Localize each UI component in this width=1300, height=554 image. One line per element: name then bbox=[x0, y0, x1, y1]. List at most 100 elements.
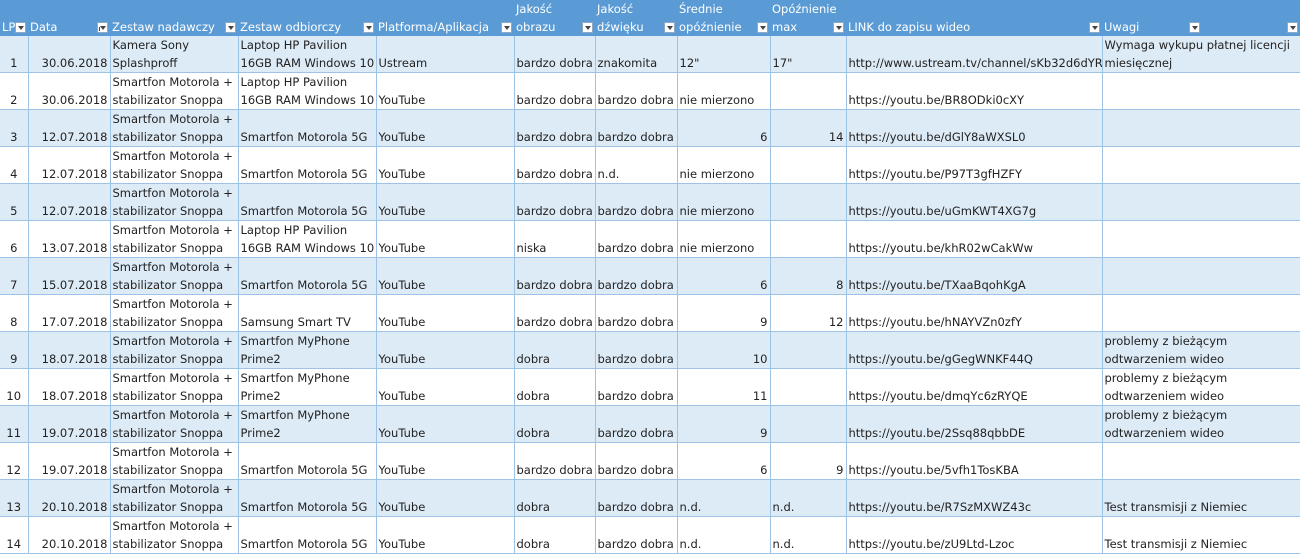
table-cell[interactable]: Smartfon Motorola + stabilizator Snoppa bbox=[110, 405, 239, 443]
table-cell[interactable]: YouTube bbox=[376, 220, 515, 258]
table-cell[interactable]: 20.10.2018 bbox=[28, 479, 111, 517]
table-cell[interactable]: Smartfon Motorola + stabilizator Snoppa bbox=[110, 368, 239, 406]
table-cell[interactable]: Smartfon Motorola + stabilizator Snoppa bbox=[110, 220, 239, 258]
table-cell[interactable]: bardzo dobra bbox=[595, 257, 678, 295]
table-cell[interactable]: bardzo dobra bbox=[514, 109, 596, 147]
filter-dropdown-icon[interactable] bbox=[501, 22, 512, 33]
column-header[interactable]: LINK do zapisu wideo bbox=[846, 0, 1102, 36]
table-cell[interactable]: bardzo dobra bbox=[595, 442, 678, 480]
filter-dropdown-icon[interactable] bbox=[1089, 22, 1100, 33]
column-header[interactable]: Data bbox=[28, 0, 110, 36]
table-cell[interactable]: bardzo dobra bbox=[595, 220, 678, 258]
table-cell[interactable]: https://youtu.be/dmqYc6zRYQE bbox=[846, 368, 1103, 406]
table-cell[interactable]: Samsung Smart TV bbox=[238, 294, 377, 332]
table-cell[interactable] bbox=[1102, 72, 1300, 110]
table-cell[interactable]: 12" bbox=[677, 36, 771, 73]
table-cell[interactable]: 14 bbox=[0, 516, 29, 554]
table-cell[interactable]: https://youtu.be/BR8ODki0cXY bbox=[846, 72, 1103, 110]
table-cell[interactable]: 8 bbox=[0, 294, 29, 332]
table-cell[interactable]: 9 bbox=[0, 331, 29, 369]
table-cell[interactable]: problemy z bieżącym odtwarzeniem wideo bbox=[1102, 331, 1300, 369]
table-cell[interactable] bbox=[770, 183, 847, 221]
table-cell[interactable]: 12.07.2018 bbox=[28, 146, 111, 184]
table-cell[interactable]: n.d. bbox=[677, 516, 771, 554]
table-cell[interactable] bbox=[1102, 183, 1300, 221]
table-cell[interactable]: nie mierzono bbox=[677, 146, 771, 184]
table-cell[interactable]: 19.07.2018 bbox=[28, 442, 111, 480]
table-cell[interactable]: https://youtu.be/R7SzMXWZ43c bbox=[846, 479, 1103, 517]
table-cell[interactable]: bardzo dobra bbox=[514, 72, 596, 110]
table-cell[interactable]: bardzo dobra bbox=[595, 294, 678, 332]
table-cell[interactable]: bardzo dobra bbox=[595, 72, 678, 110]
table-cell[interactable]: 4 bbox=[0, 146, 29, 184]
table-cell[interactable]: 17" bbox=[770, 36, 847, 73]
table-cell[interactable]: https://youtu.be/dGlY8aWXSL0 bbox=[846, 109, 1103, 147]
table-cell[interactable]: 12.07.2018 bbox=[28, 183, 111, 221]
table-cell[interactable]: Smartfon Motorola + stabilizator Snoppa bbox=[110, 294, 239, 332]
table-cell[interactable]: n.d. bbox=[595, 146, 678, 184]
table-cell[interactable]: Smartfon Motorola 5G bbox=[238, 146, 377, 184]
table-cell[interactable]: bardzo dobra bbox=[595, 331, 678, 369]
column-header[interactable]: Zestaw odbiorczy bbox=[238, 0, 376, 36]
table-cell[interactable]: 20.10.2018 bbox=[28, 516, 111, 554]
table-cell[interactable]: problemy z bieżącym odtwarzeniem wideo bbox=[1102, 405, 1300, 443]
column-header[interactable]: Platforma/Aplikacja bbox=[376, 0, 514, 36]
table-cell[interactable]: https://youtu.be/2Ssq88qbbDE bbox=[846, 405, 1103, 443]
table-cell[interactable]: niska bbox=[514, 220, 596, 258]
table-cell[interactable]: 11 bbox=[0, 405, 29, 443]
column-header[interactable]: Zestaw nadawczy bbox=[110, 0, 238, 36]
table-cell[interactable]: https://youtu.be/5vfh1TosKBA bbox=[846, 442, 1103, 480]
table-cell[interactable]: n.d. bbox=[677, 479, 771, 517]
filter-dropdown-icon[interactable] bbox=[833, 22, 844, 33]
table-cell[interactable]: Smartfon Motorola + stabilizator Snoppa bbox=[110, 331, 239, 369]
table-cell[interactable]: dobra bbox=[514, 368, 596, 406]
table-cell[interactable]: Smartfon Motorola + stabilizator Snoppa bbox=[110, 257, 239, 295]
table-cell[interactable]: bardzo dobra bbox=[514, 36, 596, 73]
table-cell[interactable]: 17.07.2018 bbox=[28, 294, 111, 332]
table-cell[interactable]: Ustream bbox=[376, 36, 515, 73]
table-cell[interactable]: YouTube bbox=[376, 72, 515, 110]
table-cell[interactable]: bardzo dobra bbox=[514, 146, 596, 184]
table-cell[interactable]: 18.07.2018 bbox=[28, 331, 111, 369]
table-cell[interactable]: 10 bbox=[0, 368, 29, 406]
column-header[interactable] bbox=[1202, 0, 1300, 36]
table-cell[interactable]: YouTube bbox=[376, 146, 515, 184]
filter-dropdown-icon[interactable] bbox=[363, 22, 374, 33]
table-cell[interactable]: Smartfon Motorola + stabilizator Snoppa bbox=[110, 479, 239, 517]
filter-dropdown-icon[interactable] bbox=[664, 22, 675, 33]
table-cell[interactable]: dobra bbox=[514, 331, 596, 369]
table-cell[interactable]: bardzo dobra bbox=[595, 183, 678, 221]
table-cell[interactable]: https://youtu.be/zU9Ltd-Lzoc bbox=[846, 516, 1103, 554]
table-cell[interactable]: bardzo dobra bbox=[514, 294, 596, 332]
table-cell[interactable]: Smartfon Motorola + stabilizator Snoppa bbox=[110, 183, 239, 221]
table-cell[interactable]: http://www.ustream.tv/channel/sKb32d6dYR… bbox=[846, 36, 1103, 73]
table-cell[interactable]: 13.07.2018 bbox=[28, 220, 111, 258]
table-cell[interactable]: dobra bbox=[514, 479, 596, 517]
table-cell[interactable] bbox=[770, 368, 847, 406]
table-cell[interactable]: Smartfon Motorola 5G bbox=[238, 516, 377, 554]
table-cell[interactable]: 12 bbox=[770, 294, 847, 332]
table-cell[interactable]: 6 bbox=[0, 220, 29, 258]
table-cell[interactable]: https://youtu.be/khR02wCakWw bbox=[846, 220, 1103, 258]
filter-dropdown-icon[interactable] bbox=[1287, 22, 1298, 33]
filter-dropdown-icon[interactable] bbox=[1189, 22, 1200, 33]
column-header[interactable]: Średnie opóźnienie bbox=[677, 0, 770, 36]
table-cell[interactable]: 9 bbox=[770, 442, 847, 480]
table-cell[interactable]: bardzo dobra bbox=[514, 442, 596, 480]
table-cell[interactable]: Smartfon Motorola 5G bbox=[238, 479, 377, 517]
filter-dropdown-icon[interactable] bbox=[757, 22, 768, 33]
table-cell[interactable]: Laptop HP Pavilion 16GB RAM Windows 10 bbox=[238, 72, 377, 110]
table-cell[interactable]: 12 bbox=[0, 442, 29, 480]
table-cell[interactable] bbox=[770, 220, 847, 258]
table-cell[interactable]: 1 bbox=[0, 36, 29, 73]
table-cell[interactable]: dobra bbox=[514, 516, 596, 554]
table-cell[interactable]: 18.07.2018 bbox=[28, 368, 111, 406]
table-cell[interactable]: Smartfon Motorola 5G bbox=[238, 442, 377, 480]
table-cell[interactable]: Laptop HP Pavilion 16GB RAM Windows 10 bbox=[238, 36, 377, 73]
table-cell[interactable]: 12.07.2018 bbox=[28, 109, 111, 147]
table-cell[interactable]: bardzo dobra bbox=[514, 183, 596, 221]
table-cell[interactable]: 2 bbox=[0, 72, 29, 110]
table-cell[interactable] bbox=[1102, 146, 1300, 184]
table-cell[interactable] bbox=[770, 405, 847, 443]
table-cell[interactable]: YouTube bbox=[376, 331, 515, 369]
